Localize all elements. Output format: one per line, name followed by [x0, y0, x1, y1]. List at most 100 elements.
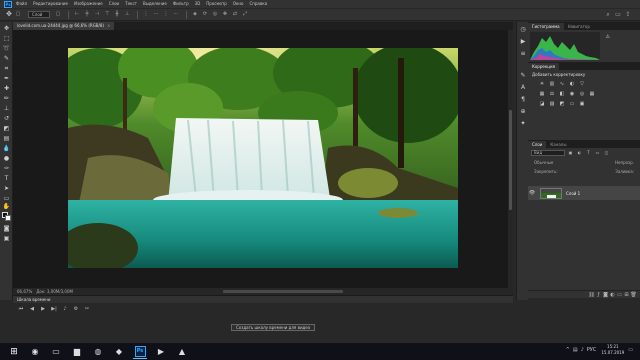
- network-icon[interactable]: ▤: [573, 347, 578, 353]
- link-icon[interactable]: ⛓: [588, 292, 595, 298]
- clock[interactable]: 15:21 15.07.2019: [601, 344, 624, 356]
- menu-file[interactable]: Файл: [16, 0, 27, 8]
- hand-tool-icon[interactable]: ✋: [2, 203, 11, 210]
- healing-brush-tool-icon[interactable]: ✚: [2, 85, 11, 92]
- settings-icon[interactable]: ⚙: [72, 306, 80, 312]
- file-explorer-icon[interactable]: ▆: [70, 345, 84, 359]
- next-frame-icon[interactable]: ▶|: [50, 306, 58, 312]
- browser-icon[interactable]: ◍: [91, 345, 105, 359]
- gradient-tool-icon[interactable]: ▤: [2, 135, 11, 142]
- distribute-icon[interactable]: ⋯: [152, 11, 160, 18]
- distribute-icon[interactable]: ⋯: [172, 11, 180, 18]
- channel-mixer-icon[interactable]: ◎: [578, 91, 586, 97]
- notifications-icon[interactable]: ▭: [628, 347, 633, 353]
- trash-icon[interactable]: 🗑: [630, 292, 637, 298]
- type-filter-icon[interactable]: T: [585, 150, 592, 156]
- auto-select-dropdown[interactable]: Слой: [28, 11, 50, 18]
- vertical-scrollbar[interactable]: [508, 30, 513, 288]
- curves-icon[interactable]: ∿: [558, 81, 566, 87]
- transform-controls-icon[interactable]: ▢: [54, 11, 62, 18]
- layer-row[interactable]: 👁 Слой 1: [528, 186, 640, 200]
- audio-icon[interactable]: ♪: [61, 306, 69, 312]
- character-icon[interactable]: A: [519, 84, 527, 91]
- vibrance-icon[interactable]: ▽: [578, 81, 586, 87]
- marquee-tool-icon[interactable]: ⬚: [2, 35, 11, 42]
- clone-stamp-tool-icon[interactable]: ⊥: [2, 105, 11, 112]
- 3d-scale-icon[interactable]: ⤢: [241, 11, 249, 18]
- dodge-tool-icon[interactable]: ●: [2, 155, 11, 162]
- align-top-icon[interactable]: ⊤: [103, 11, 111, 18]
- path-select-tool-icon[interactable]: ➤: [2, 185, 11, 192]
- layer-name[interactable]: Слой 1: [566, 191, 580, 196]
- tab-layers[interactable]: Слои: [528, 141, 547, 148]
- eraser-tool-icon[interactable]: ◩: [2, 125, 11, 132]
- opacity-label[interactable]: Непрозр.: [612, 160, 637, 165]
- workspace-icon[interactable]: ▭: [614, 11, 622, 18]
- paragraph-icon[interactable]: ¶: [519, 96, 527, 103]
- blend-mode-dropdown[interactable]: Обычные: [531, 160, 556, 165]
- pixel-filter-icon[interactable]: ▣: [567, 150, 574, 156]
- selective-color-icon[interactable]: ▣: [578, 101, 586, 107]
- menu-view[interactable]: Просмотр: [206, 0, 227, 8]
- cortana-icon[interactable]: ◉: [28, 345, 42, 359]
- create-video-timeline-button[interactable]: Создать шкалу времени для видео: [231, 324, 316, 331]
- store-icon[interactable]: ◆: [112, 345, 126, 359]
- volume-icon[interactable]: ♪: [581, 347, 584, 353]
- quick-mask-icon[interactable]: ◙: [2, 225, 11, 232]
- background-color-swatch[interactable]: [5, 215, 11, 221]
- layer-kind-filter[interactable]: Вид: [531, 150, 565, 156]
- crop-tool-icon[interactable]: ⌗: [2, 65, 11, 72]
- scrollbar-thumb[interactable]: [509, 110, 512, 210]
- media-player-icon[interactable]: ▶: [154, 345, 168, 359]
- color-balance-icon[interactable]: ⚖: [548, 91, 556, 97]
- hue-saturation-icon[interactable]: ▦: [538, 91, 546, 97]
- shape-tool-icon[interactable]: ▭: [2, 195, 11, 202]
- eyedropper-tool-icon[interactable]: ✒: [2, 75, 11, 82]
- fill-label[interactable]: Заливка:: [612, 169, 637, 174]
- align-middle-icon[interactable]: ╫: [113, 11, 121, 18]
- tab-channels[interactable]: Каналы: [546, 141, 570, 148]
- glyphs-icon[interactable]: ✦: [519, 120, 527, 127]
- menu-filter[interactable]: Фильтр: [173, 0, 189, 8]
- menu-help[interactable]: Справка: [249, 0, 267, 8]
- canvas-area[interactable]: [13, 30, 513, 288]
- 3d-pan-icon[interactable]: ✥: [221, 11, 229, 18]
- brush-settings-icon[interactable]: ✎: [519, 72, 527, 79]
- share-icon[interactable]: ⇪: [624, 11, 632, 18]
- align-left-icon[interactable]: ⊢: [73, 11, 81, 18]
- 3d-mode-icon[interactable]: ◈: [191, 11, 199, 18]
- play-actions-icon[interactable]: ▶: [519, 38, 527, 45]
- properties-icon[interactable]: ≡: [519, 50, 527, 57]
- menu-type[interactable]: Текст: [125, 0, 137, 8]
- menu-edit[interactable]: Редактирование: [33, 0, 68, 8]
- threshold-icon[interactable]: ◩: [558, 101, 566, 107]
- shape-filter-icon[interactable]: ▭: [594, 150, 601, 156]
- lasso-tool-icon[interactable]: ➰: [2, 45, 11, 52]
- tab-histogram[interactable]: Гистограмма: [528, 23, 564, 30]
- timeline-title[interactable]: Шкала времени: [17, 297, 50, 302]
- brightness-icon[interactable]: ☀: [538, 81, 546, 87]
- blur-tool-icon[interactable]: 💧: [2, 145, 11, 152]
- 3d-rotate-icon[interactable]: ⟳: [201, 11, 209, 18]
- history-brush-tool-icon[interactable]: ↺: [2, 115, 11, 122]
- clone-source-icon[interactable]: ⊕: [519, 108, 527, 115]
- black-white-icon[interactable]: ◧: [558, 91, 566, 97]
- 3d-slide-icon[interactable]: ⇄: [231, 11, 239, 18]
- tab-navigator[interactable]: Навигатор: [564, 23, 594, 30]
- visibility-eye-icon[interactable]: 👁: [528, 190, 536, 196]
- move-tool-icon[interactable]: ✥: [4, 10, 14, 19]
- scissors-icon[interactable]: ✂: [83, 306, 91, 312]
- close-icon[interactable]: ×: [107, 23, 110, 28]
- document-tab[interactable]: lovelid.com.ua-24444.jpg @ 66,6% (RGB/8)…: [13, 22, 115, 30]
- fx-icon[interactable]: ƒ: [595, 292, 602, 298]
- new-layer-icon[interactable]: ⊞: [623, 292, 630, 298]
- language-indicator[interactable]: РУС: [587, 347, 597, 353]
- task-view-icon[interactable]: ▭: [49, 345, 63, 359]
- brush-tool-icon[interactable]: ✏: [2, 95, 11, 102]
- menu-image[interactable]: Изображение: [74, 0, 103, 8]
- distribute-icon[interactable]: ⋮: [162, 11, 170, 18]
- search-icon[interactable]: ⌕: [604, 11, 612, 18]
- previous-frame-icon[interactable]: ◀: [28, 306, 36, 312]
- first-frame-icon[interactable]: ⏮: [17, 306, 25, 312]
- pen-tool-icon[interactable]: ✑: [2, 165, 11, 172]
